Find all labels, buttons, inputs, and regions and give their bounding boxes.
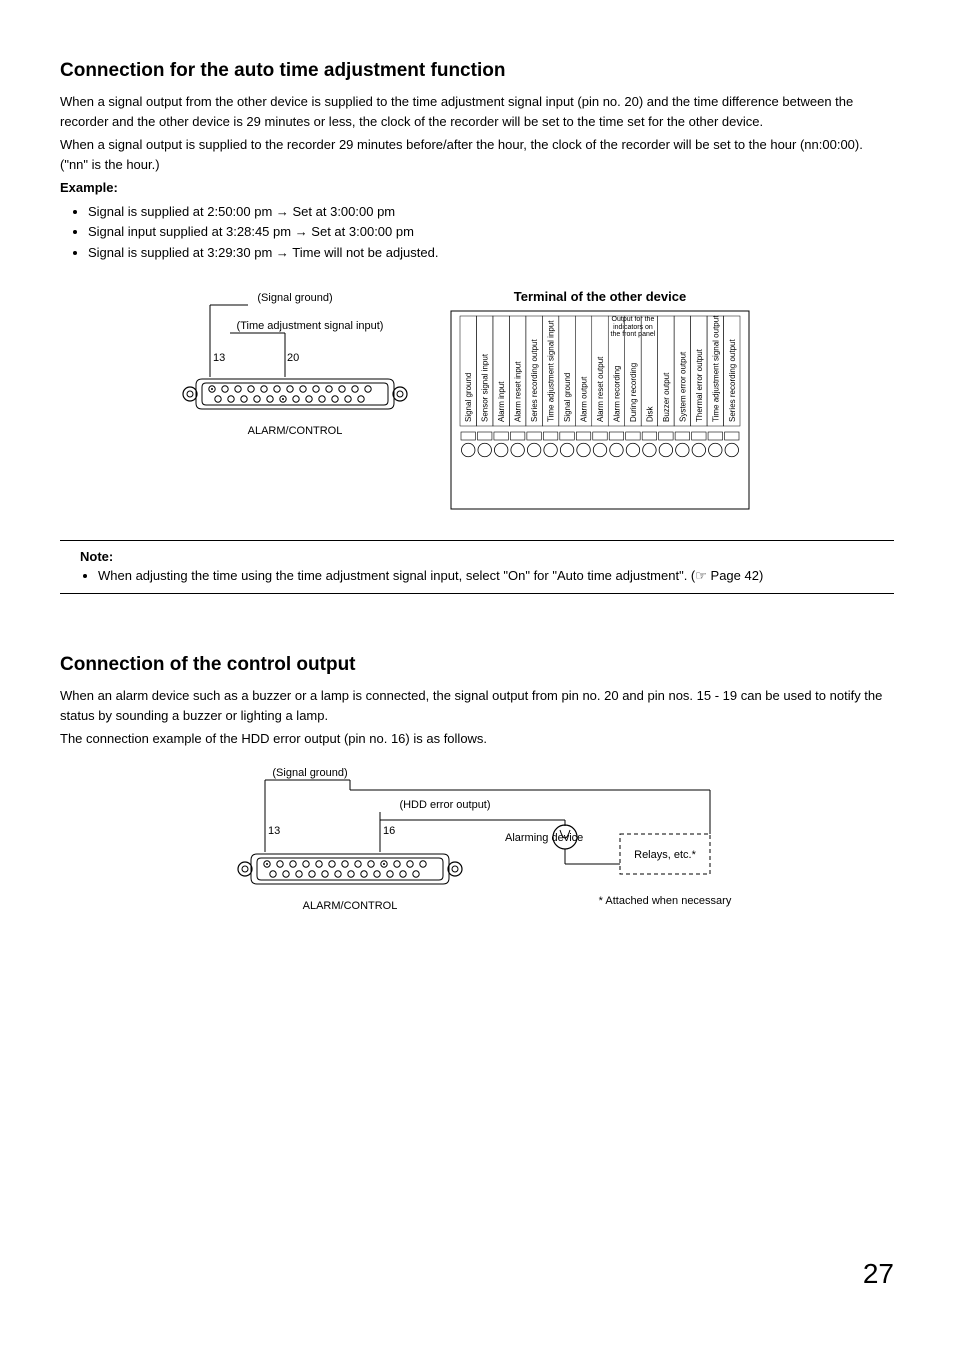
svg-text:13: 13 xyxy=(268,825,280,837)
svg-text:Thermal error output: Thermal error output xyxy=(695,348,704,422)
diagram-control-output: (Signal ground) 13 (HDD error output) 16 xyxy=(220,764,894,924)
svg-text:Signal ground: Signal ground xyxy=(464,373,473,422)
svg-text:Alarm reset input: Alarm reset input xyxy=(514,361,523,422)
svg-text:Time adjustment signal output: Time adjustment signal output xyxy=(711,315,720,422)
svg-text:Relays, etc.*: Relays, etc.* xyxy=(634,849,696,861)
svg-text:Alarm reset output: Alarm reset output xyxy=(596,356,605,422)
svg-text:Alarm input: Alarm input xyxy=(497,381,506,422)
svg-text:Alarming device: Alarming device xyxy=(505,832,583,844)
section-heading: Connection for the auto time adjustment … xyxy=(60,60,894,82)
note-item: When adjusting the time using the time a… xyxy=(98,566,874,586)
example-label: Example: xyxy=(60,178,894,198)
svg-text:Time adjustment signal input: Time adjustment signal input xyxy=(547,320,556,422)
list-item: Signal is supplied at 3:29:30 pm → Time … xyxy=(88,243,894,264)
svg-text:Disk: Disk xyxy=(645,405,654,422)
page-number: 27 xyxy=(863,1258,894,1290)
svg-text:20: 20 xyxy=(287,352,299,364)
svg-text:Buzzer output: Buzzer output xyxy=(662,372,671,422)
body-text: The connection example of the HDD error … xyxy=(60,729,894,749)
svg-text:(Signal ground): (Signal ground) xyxy=(272,767,347,779)
list-item: Signal is supplied at 2:50:00 pm → Set a… xyxy=(88,202,894,223)
svg-text:System error output: System error output xyxy=(678,351,687,422)
svg-text:ALARM/CONTROL: ALARM/CONTROL xyxy=(303,900,398,912)
terminal-block: Terminal of the other device Output for … xyxy=(450,289,750,510)
svg-text:Series recording output: Series recording output xyxy=(728,338,737,421)
section-heading: Connection of the control output xyxy=(60,654,894,676)
note-box: Note: When adjusting the time using the … xyxy=(60,540,894,595)
diagram-auto-time: (Signal ground) (Time adjustment signal … xyxy=(180,289,894,510)
terminal-svg: Output for the indicators on the front p… xyxy=(450,310,750,510)
svg-text:During recording: During recording xyxy=(629,363,638,422)
svg-text:(Signal ground): (Signal ground) xyxy=(257,292,332,304)
example-list: Signal is supplied at 2:50:00 pm → Set a… xyxy=(60,202,894,264)
svg-text:Alarm recording: Alarm recording xyxy=(612,365,621,421)
connector-diagram-left: (Signal ground) (Time adjustment signal … xyxy=(180,289,410,449)
svg-text:Signal ground: Signal ground xyxy=(563,373,572,422)
svg-text:(Time adjustment signal input): (Time adjustment signal input) xyxy=(237,320,384,332)
note-title: Note: xyxy=(80,549,874,564)
svg-text:(HDD error output): (HDD error output) xyxy=(399,799,490,811)
svg-text:Alarm output: Alarm output xyxy=(580,376,589,422)
body-text: When a signal output is supplied to the … xyxy=(60,135,894,174)
svg-text:* Attached when necessary: * Attached when necessary xyxy=(599,895,732,907)
terminal-title: Terminal of the other device xyxy=(450,289,750,304)
svg-text:ALARM/CONTROL: ALARM/CONTROL xyxy=(248,425,343,437)
svg-text:13: 13 xyxy=(213,352,225,364)
svg-text:16: 16 xyxy=(383,825,395,837)
svg-text:Series recording output: Series recording output xyxy=(530,338,539,421)
list-item: Signal input supplied at 3:28:45 pm → Se… xyxy=(88,222,894,243)
body-text: When a signal output from the other devi… xyxy=(60,92,894,131)
body-text: When an alarm device such as a buzzer or… xyxy=(60,686,894,725)
svg-text:Sensor signal input: Sensor signal input xyxy=(481,353,490,422)
